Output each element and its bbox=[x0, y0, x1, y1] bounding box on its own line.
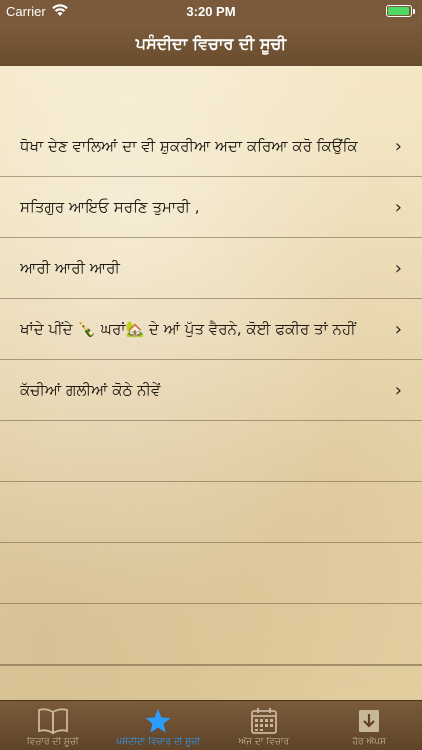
chevron-right-icon: › bbox=[394, 197, 402, 218]
empty-row bbox=[0, 421, 422, 482]
tab-today-thought[interactable]: ਅੱਜ ਦਾ ਵਿਚਾਰ bbox=[211, 701, 317, 750]
status-time: 3:20 PM bbox=[186, 4, 236, 19]
list-item-label: ਖਾਂਦੇ ਪੀਂਦੇ 🍾 ਘਰਾਂ🏡 ਦੇ ਆਂ ਪੁੱਤ ਵੈਰਨੇ, ਕੋ… bbox=[20, 320, 356, 338]
tab-label: ਹੋਰ ਐਪਸ bbox=[352, 737, 386, 747]
page-title: ਪਸੰਦੀਦਾ ਵਿਚਾਰ ਦੀ ਸੂਚੀ bbox=[135, 34, 287, 53]
battery-icon bbox=[386, 5, 415, 17]
empty-row bbox=[0, 543, 422, 604]
calendar-icon bbox=[211, 706, 317, 736]
chevron-right-icon: › bbox=[394, 319, 402, 340]
tab-label: ਵਿਚਾਰ ਦੀ ਸੂਚੀ bbox=[26, 737, 79, 747]
navigation-bar: ਪਸੰਦੀਦਾ ਵਿਚਾਰ ਦੀ ਸੂਚੀ bbox=[0, 22, 422, 66]
empty-row bbox=[0, 482, 422, 543]
star-icon bbox=[106, 706, 212, 736]
book-icon bbox=[0, 706, 106, 736]
tab-label: ਪਸੰਦੀਦਾ ਵਿਚਾਰ ਦੀ ਸੂਚੀ bbox=[116, 737, 201, 747]
tab-bar: ਵਿਚਾਰ ਦੀ ਸੂਚੀ ਪਸੰਦੀਦਾ ਵਿਚਾਰ ਦੀ ਸੂਚੀ ਅੱਜ … bbox=[0, 700, 422, 750]
status-bar: Carrier 3:20 PM bbox=[0, 0, 422, 22]
list-item-label: ਆਰੀ ਆਰੀ ਆਰੀ bbox=[20, 259, 120, 277]
list-item[interactable]: ਕੱਚੀਆਂ ਗਲੀਆਂ ਕੋਠੇ ਨੀਵੇਂ › bbox=[0, 360, 422, 421]
list-item[interactable]: ਆਰੀ ਆਰੀ ਆਰੀ › bbox=[0, 238, 422, 299]
tab-thoughts-list[interactable]: ਵਿਚਾਰ ਦੀ ਸੂਚੀ bbox=[0, 701, 106, 750]
empty-row bbox=[0, 604, 422, 665]
list-item-label: ਕੱਚੀਆਂ ਗਲੀਆਂ ਕੋਠੇ ਨੀਵੇਂ bbox=[20, 381, 161, 399]
empty-row bbox=[0, 665, 422, 666]
tab-more-apps[interactable]: ਹੋਰ ਐਪਸ bbox=[317, 701, 422, 750]
list-item-label: ਧੋਖਾ ਦੇਣ ਵਾਲਿਆਂ ਦਾ ਵੀ ਸ਼ੁਕਰੀਆ ਅਦਾ ਕਰਿਆ ਕ… bbox=[20, 137, 358, 155]
chevron-right-icon: › bbox=[394, 258, 402, 279]
list-item[interactable]: ਧੋਖਾ ਦੇਣ ਵਾਲਿਆਂ ਦਾ ਵੀ ਸ਼ੁਕਰੀਆ ਅਦਾ ਕਰਿਆ ਕ… bbox=[0, 116, 422, 177]
list-item-label: ਸਤਿਗੁਰ ਆਇਓ ਸਰਣਿ ਤੁਮਾਰੀ , bbox=[20, 198, 200, 216]
list-item[interactable]: ਸਤਿਗੁਰ ਆਇਓ ਸਰਣਿ ਤੁਮਾਰੀ , › bbox=[0, 177, 422, 238]
favorites-list: ਧੋਖਾ ਦੇਣ ਵਾਲਿਆਂ ਦਾ ਵੀ ਸ਼ੁਕਰੀਆ ਅਦਾ ਕਰਿਆ ਕ… bbox=[0, 66, 422, 700]
list-item[interactable]: ਖਾਂਦੇ ਪੀਂਦੇ 🍾 ਘਰਾਂ🏡 ਦੇ ਆਂ ਪੁੱਤ ਵੈਰਨੇ, ਕੋ… bbox=[0, 299, 422, 360]
download-icon bbox=[317, 706, 422, 736]
tab-label: ਅੱਜ ਦਾ ਵਿਚਾਰ bbox=[238, 737, 290, 747]
chevron-right-icon: › bbox=[394, 136, 402, 157]
tab-favorites[interactable]: ਪਸੰਦੀਦਾ ਵਿਚਾਰ ਦੀ ਸੂਚੀ bbox=[106, 701, 212, 750]
chevron-right-icon: › bbox=[394, 380, 402, 401]
